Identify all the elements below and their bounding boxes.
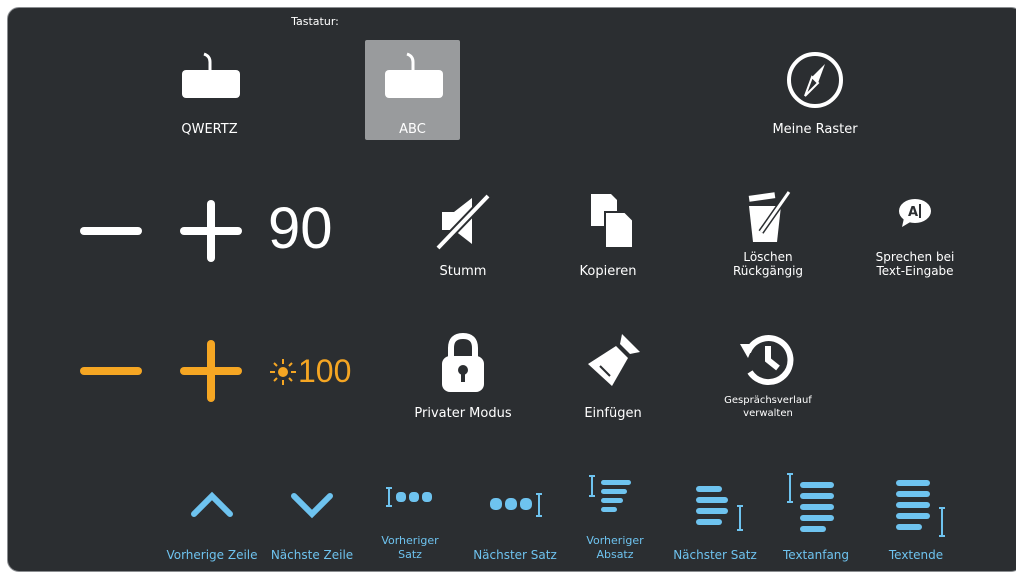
previous-paragraph-button[interactable]: Vorheriger Absatz: [575, 470, 655, 562]
text-end-label: Textende: [888, 548, 944, 562]
minus-icon: [80, 367, 142, 375]
previous-line-label: Vorherige Zeile: [166, 548, 258, 562]
next-sentence-label: Nächster Satz: [473, 548, 557, 562]
next-line-button[interactable]: Nächste Zeile: [265, 470, 359, 562]
previous-sentence-label-line1: Vorheriger: [381, 534, 439, 547]
previous-paragraph-icon: [589, 475, 631, 512]
lock-icon: [442, 332, 484, 392]
text-end-button[interactable]: Textende: [872, 470, 960, 562]
brightness-decrease-button[interactable]: [78, 340, 144, 402]
chevron-up-icon: [191, 491, 233, 517]
keyboard-icon: [182, 52, 240, 98]
brightness-increase-button[interactable]: [178, 340, 244, 402]
plus-icon-vertical: [207, 200, 215, 262]
minus-icon: [80, 227, 142, 235]
previous-sentence-icon: [386, 487, 432, 507]
qwertz-label: QWERTZ: [181, 122, 238, 137]
history-label-line2: verwalten: [743, 408, 793, 419]
copy-button[interactable]: Kopieren: [555, 180, 661, 290]
volume-value: 90: [268, 196, 333, 261]
previous-line-button[interactable]: Vorherige Zeile: [165, 470, 259, 562]
copy-icon: [591, 194, 634, 249]
next-sentence-button[interactable]: Nächster Satz: [470, 470, 560, 562]
plus-icon-vertical: [207, 340, 215, 402]
abc-label: ABC: [399, 122, 426, 137]
svg-text:A: A: [908, 205, 918, 220]
volume-increase-button[interactable]: [178, 200, 244, 262]
speak-on-text-input-button[interactable]: A Sprechen bei Text-Eingabe: [860, 180, 970, 290]
text-start-icon: [787, 473, 834, 532]
chevron-down-icon: [291, 493, 333, 519]
speech-bubble-icon: A: [899, 199, 931, 227]
speaker-muted-icon: [435, 193, 491, 251]
next-paragraph-icon: [696, 486, 743, 531]
private-mode-button[interactable]: Privater Modus: [410, 320, 516, 430]
my-grids-button[interactable]: Meine Raster: [760, 40, 870, 140]
previous-sentence-label-line2: Satz: [398, 548, 422, 561]
mute-label: Stumm: [439, 264, 487, 279]
brightness-value: 100: [298, 353, 352, 389]
mute-button[interactable]: Stumm: [410, 180, 516, 290]
volume-decrease-button[interactable]: [78, 200, 144, 262]
keyboard-section-title: Tastatur:: [291, 15, 339, 28]
speak-label-line1: Sprechen bei: [875, 250, 955, 264]
sun-icon: [270, 359, 296, 385]
brush-paste-icon: [588, 334, 640, 386]
abc-keyboard-button[interactable]: ABC: [365, 40, 460, 140]
text-start-label: Textanfang: [782, 548, 850, 562]
history-icon: [740, 335, 794, 386]
copy-label: Kopieren: [579, 264, 637, 279]
paste-label: Einfügen: [584, 406, 642, 421]
speak-label-line2: Text-Eingabe: [876, 264, 954, 278]
next-sentence-icon: [490, 493, 542, 517]
qwertz-keyboard-button[interactable]: QWERTZ: [162, 40, 257, 140]
undo-delete-button[interactable]: Löschen Rückgängig: [715, 180, 821, 290]
undo-delete-label-line2: Rückgängig: [732, 264, 804, 278]
keyboard-icon: [385, 52, 443, 98]
previous-paragraph-label-line1: Vorheriger: [586, 534, 644, 547]
my-grids-label: Meine Raster: [772, 122, 858, 137]
undo-delete-label-line1: Löschen: [743, 250, 793, 264]
paste-button[interactable]: Einfügen: [560, 320, 666, 430]
text-end-icon: [896, 480, 945, 537]
next-paragraph-button[interactable]: Nächster Satz: [670, 470, 760, 562]
compass-icon: [787, 52, 843, 108]
trash-undo-icon: [748, 190, 792, 242]
manage-history-button[interactable]: Gesprächsverlauf verwalten: [710, 320, 826, 430]
previous-sentence-button[interactable]: Vorheriger Satz: [370, 470, 450, 562]
previous-paragraph-label-line2: Absatz: [596, 548, 634, 561]
text-start-button[interactable]: Textanfang: [772, 470, 860, 562]
next-paragraph-label: Nächster Satz: [673, 548, 757, 562]
private-mode-label: Privater Modus: [414, 406, 512, 421]
history-label-line1: Gesprächsverlauf: [724, 395, 812, 406]
next-line-label: Nächste Zeile: [270, 548, 354, 562]
